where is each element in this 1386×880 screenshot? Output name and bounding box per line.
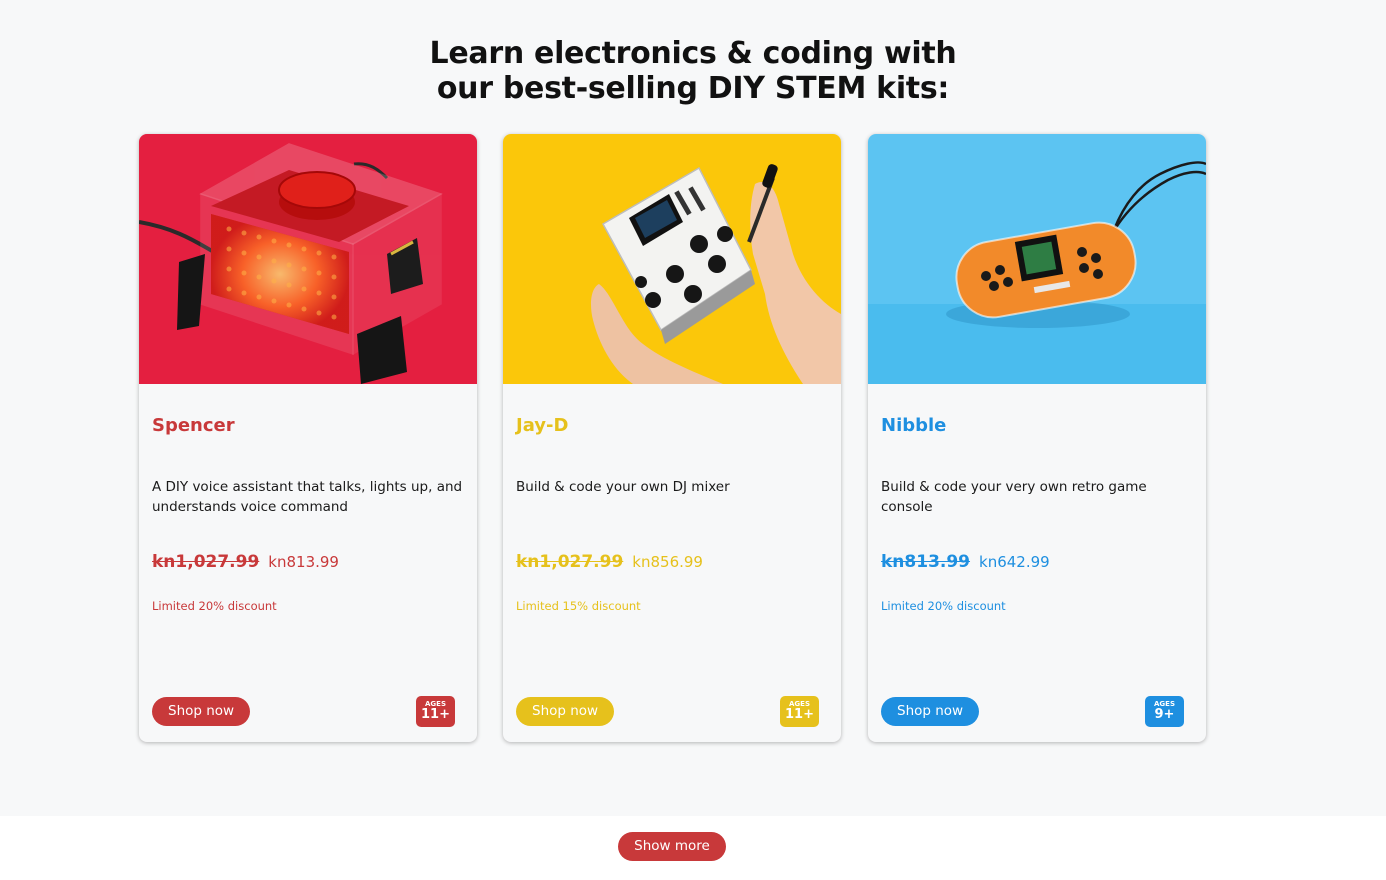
old-price: kn1,027.99 [516, 552, 624, 572]
product-title[interactable]: Jay-D [516, 415, 568, 436]
old-price: kn813.99 [881, 552, 971, 572]
old-price: kn1,027.99 [152, 552, 260, 572]
product-card-spencer[interactable]: Spencer A DIY voice assistant that talks… [139, 134, 477, 742]
jay-d-kit-image[interactable] [503, 134, 841, 384]
price-row: kn1,027.99 kn813.99 [152, 552, 339, 572]
ages-value: 9+ [1154, 707, 1175, 722]
product-description: Build & code your very own retro game co… [881, 479, 1147, 515]
ages-badge: AGES 9+ [1145, 696, 1184, 727]
headline-line-1: Learn electronics & coding with [429, 36, 957, 71]
discount-note: Limited 15% discount [516, 599, 641, 613]
discount-note: Limited 20% discount [881, 599, 1006, 613]
product-card-nibble[interactable]: Nibble Build & code your very own retro … [868, 134, 1206, 742]
ages-value: 11+ [421, 707, 450, 722]
product-title[interactable]: Nibble [881, 415, 946, 436]
price-row: kn813.99 kn642.99 [881, 552, 1050, 572]
price-row: kn1,027.99 kn856.99 [516, 552, 703, 572]
sale-price: kn813.99 [268, 553, 339, 571]
shop-now-button[interactable]: Shop now [881, 697, 980, 726]
bestsellers-section: Learn electronics & coding with our best… [0, 0, 1386, 816]
nibble-kit-image[interactable] [868, 134, 1206, 384]
discount-note: Limited 20% discount [152, 599, 277, 613]
ages-badge: AGES 11+ [780, 696, 819, 727]
product-description: Build & code your own DJ mixer [516, 479, 730, 495]
sale-price: kn856.99 [632, 553, 703, 571]
headline-line-2: our best-selling DIY STEM kits: [436, 71, 950, 106]
ages-value: 11+ [785, 707, 814, 722]
show-more-button[interactable]: Show more [618, 832, 726, 861]
spencer-kit-image[interactable] [139, 134, 477, 384]
sale-price: kn642.99 [979, 553, 1050, 571]
shop-now-button[interactable]: Shop now [516, 697, 615, 726]
section-headline: Learn electronics & coding with our best… [0, 36, 1386, 106]
product-title[interactable]: Spencer [152, 415, 235, 436]
shop-now-button[interactable]: Shop now [152, 697, 251, 726]
product-card-jay-d[interactable]: Jay-D Build & code your own DJ mixer kn1… [503, 134, 841, 742]
product-description: A DIY voice assistant that talks, lights… [152, 479, 463, 515]
ages-badge: AGES 11+ [416, 696, 455, 727]
